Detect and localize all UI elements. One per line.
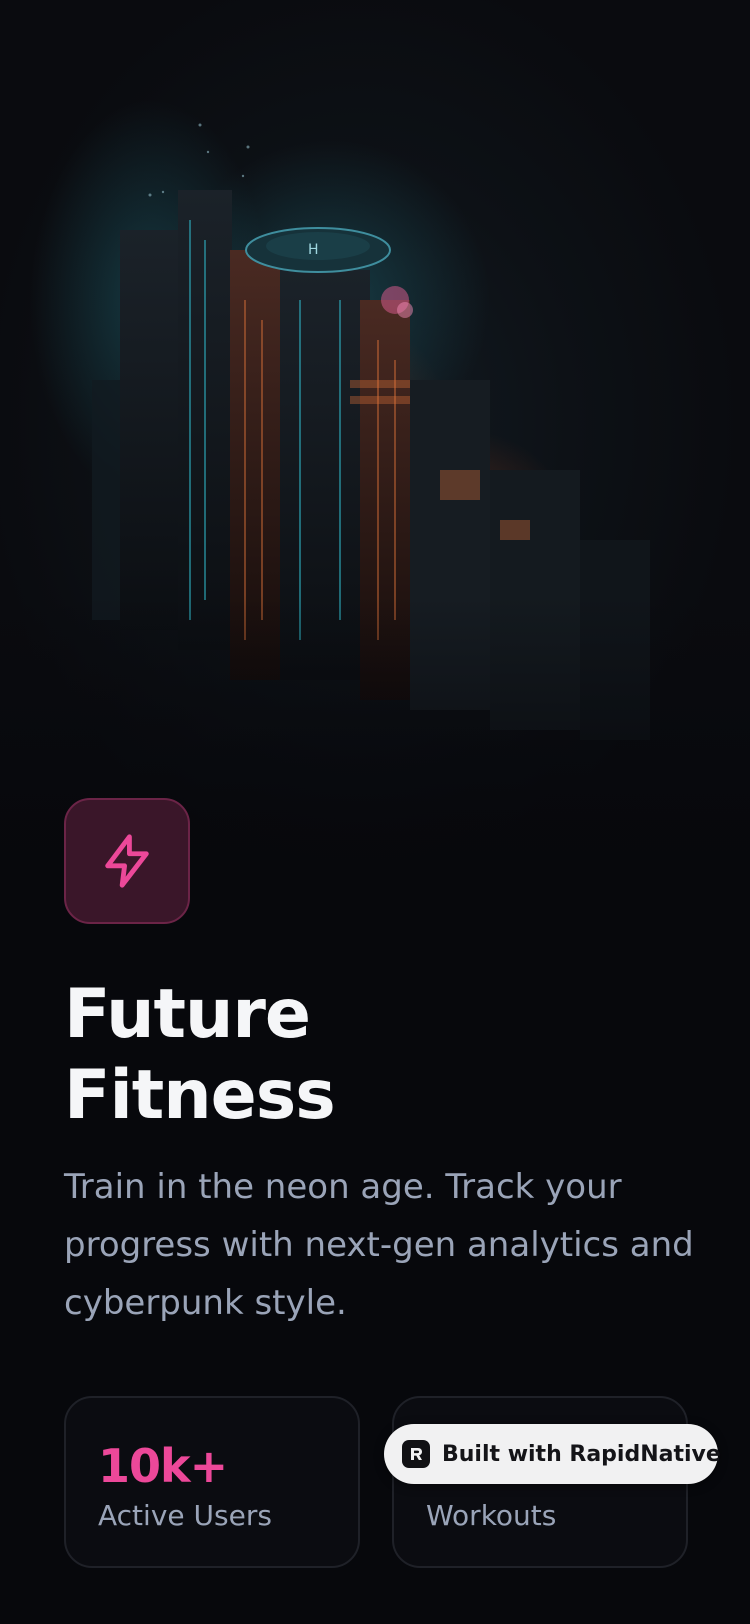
built-with-label: Built with RapidNative <box>442 1441 721 1467</box>
svg-text:H: H <box>308 242 319 258</box>
rapidnative-logo-icon <box>402 1440 430 1468</box>
page-title: Future Fitness <box>64 974 664 1136</box>
welcome-screen: H Future Fitness Train in the neon age. … <box>0 0 750 1624</box>
stat-label: Active Users <box>98 1499 272 1532</box>
title-line-2: Fitness <box>64 1056 336 1135</box>
title-line-1: Future <box>64 975 311 1054</box>
stat-card-active-users: 10k+ Active Users <box>64 1396 360 1568</box>
built-with-badge[interactable]: Built with RapidNative <box>384 1424 721 1484</box>
hero-city-image: H <box>0 0 750 895</box>
stat-value: 10k+ <box>98 1439 228 1493</box>
app-logo-badge <box>64 798 190 924</box>
page-subtitle: Train in the neon age. Track your progre… <box>64 1167 694 1323</box>
lightning-bolt-icon <box>105 834 149 888</box>
stat-label: Workouts <box>426 1499 557 1532</box>
